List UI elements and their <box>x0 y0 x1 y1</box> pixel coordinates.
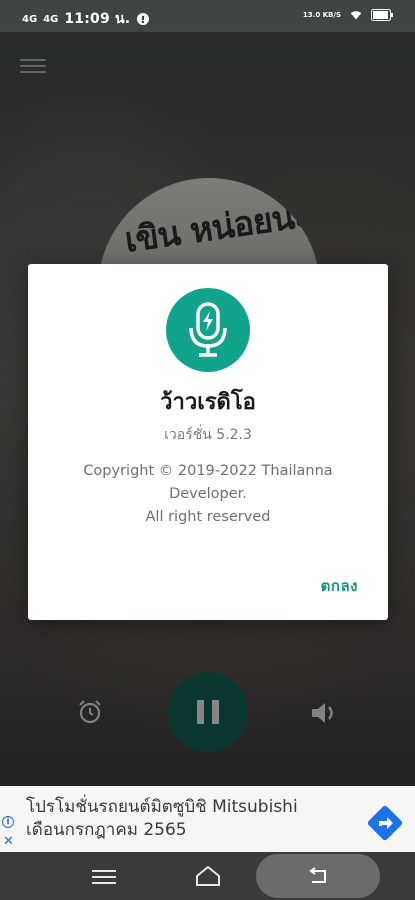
copyright-line-3: All right reserved <box>145 509 271 525</box>
home-icon[interactable] <box>194 864 222 888</box>
signal-2-label: 4G <box>43 13 59 25</box>
recent-apps-icon[interactable] <box>92 866 116 886</box>
status-bar: 4G 4G 11:09 น. 13.0 KB/S <box>0 0 415 32</box>
info-icon[interactable]: i <box>2 816 14 828</box>
notification-icon <box>137 13 150 25</box>
close-icon[interactable]: ✕ <box>3 834 14 849</box>
app-name: ว้าวเรดิโอ <box>160 390 256 415</box>
ad-text[interactable]: โปรโมชั่นรถยนต์มิตซูบิชิ Mitsubishi เดือ… <box>26 796 326 842</box>
ad-line-1: โปรโมชั่นรถยนต์มิตซูบิชิ Mitsubishi <box>26 797 298 817</box>
about-dialog: ว้าวเรดิโอ เวอร์ชั่น 5.2.3 Copyright © 2… <box>28 264 388 620</box>
ad-line-2: เดือนกรกฎาคม 2565 <box>26 820 187 840</box>
copyright-text: Copyright © 2019-2022 Thailanna Develope… <box>68 460 348 529</box>
copyright-line-2: Developer. <box>169 486 247 502</box>
ad-banner[interactable]: i ✕ โปรโมชั่นรถยนต์มิตซูบิชิ Mitsubishi … <box>0 786 415 852</box>
copyright-line-1: Copyright © 2019-2022 Thailanna <box>83 463 333 479</box>
microphone-icon <box>189 302 227 357</box>
app-logo <box>166 288 250 372</box>
back-button[interactable] <box>256 854 380 898</box>
navigation-bar <box>0 852 415 900</box>
wifi-icon <box>350 11 362 20</box>
status-time: 11:09 น. <box>64 11 131 27</box>
network-speed: 13.0 KB/S <box>302 10 341 19</box>
battery-icon <box>371 9 393 21</box>
back-icon <box>309 867 326 883</box>
directions-arrow-icon[interactable] <box>366 804 404 842</box>
app-version: เวอร์ชั่น 5.2.3 <box>164 427 252 443</box>
signal-1-label: 4G <box>22 13 38 25</box>
ok-button[interactable]: ตกลง <box>321 574 358 598</box>
